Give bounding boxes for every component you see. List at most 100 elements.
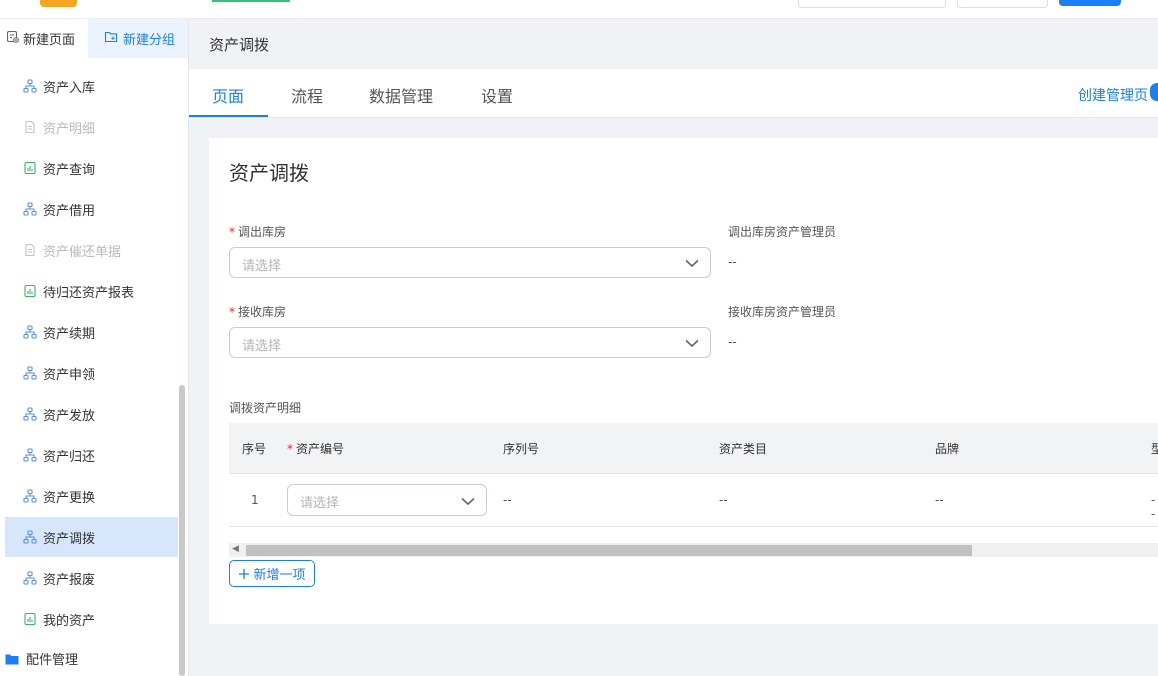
sidebar-item-label: 我的资产	[43, 613, 96, 629]
sidebar-item-label: 资产归还	[43, 449, 96, 465]
in-warehouse-label: * 接收库房	[229, 305, 287, 319]
top-bar	[0, 0, 1158, 19]
sidebar-item-asset-detail[interactable]: 资产明细	[5, 107, 178, 147]
flow-icon	[23, 530, 37, 544]
table-horizontal-scrollbar[interactable]: ◀	[229, 543, 1158, 557]
sidebar-item-asset-scrap[interactable]: 资产报废	[5, 558, 178, 598]
sidebar-item-label: 资产借用	[43, 203, 96, 219]
tab-bar: 页面 流程 数据管理 设置 创建管理页	[189, 69, 1158, 118]
active-tab-indicator	[189, 115, 268, 117]
chevron-down-icon	[685, 337, 699, 352]
new-page-icon	[6, 30, 19, 47]
new-page-label: 新建页面	[23, 33, 76, 48]
report-icon	[23, 284, 37, 298]
detail-table: 序号 * 资产编号 序列号 资产类目 品牌 型 1 请选择 -- -- -- --	[229, 423, 1158, 527]
sidebar-item-label: 资产查询	[43, 162, 96, 178]
out-warehouse-label: * 调出库房	[229, 225, 287, 239]
flow-icon	[23, 448, 37, 462]
sidebar-item-label: 资产明细	[43, 121, 96, 137]
flow-icon	[23, 79, 37, 93]
serial-value: --	[503, 493, 512, 507]
create-admin-page-link[interactable]: 创建管理页	[1078, 85, 1148, 105]
sidebar-item-asset-issue[interactable]: 资产发放	[5, 394, 178, 434]
sidebar-item-label: 资产调拨	[43, 531, 96, 547]
folder-icon	[5, 653, 19, 665]
document-icon	[23, 243, 37, 257]
sidebar-item-asset-renewal[interactable]: 资产续期	[5, 312, 178, 352]
column-header-serial: 序列号	[503, 442, 540, 456]
new-group-button[interactable]: 新建分组	[88, 19, 188, 58]
chevron-down-icon	[461, 495, 475, 510]
select-placeholder: 请选择	[300, 496, 340, 511]
row-index: 1	[251, 493, 259, 507]
required-mark: *	[229, 225, 235, 239]
top-action-button-2[interactable]	[957, 0, 1048, 8]
sidebar-item-label: 资产催还单据	[43, 244, 122, 260]
scrollbar-thumb[interactable]	[246, 545, 972, 556]
flow-icon	[23, 407, 37, 421]
in-admin-value: --	[728, 335, 737, 349]
in-warehouse-select[interactable]: 请选择	[229, 327, 711, 358]
tab-data-management[interactable]: 数据管理	[369, 83, 433, 107]
sidebar-item-asset-transfer[interactable]: 资产调拨	[5, 517, 178, 557]
sidebar-item-label: 资产更换	[43, 490, 96, 506]
brand-value: --	[935, 493, 944, 507]
flow-icon	[23, 202, 37, 216]
sidebar-item-label: 资产报废	[43, 572, 96, 588]
select-placeholder: 请选择	[242, 259, 282, 274]
sidebar-item-asset-inbound[interactable]: 资产入库	[5, 66, 178, 106]
sidebar-scrollbar[interactable]	[179, 385, 185, 676]
sidebar-item-asset-reminder[interactable]: 资产催还单据	[5, 230, 178, 270]
sidebar-item-label: 资产续期	[43, 326, 96, 342]
out-warehouse-select[interactable]: 请选择	[229, 247, 711, 278]
in-admin-label: 接收库房资产管理员	[728, 305, 837, 319]
flow-icon	[23, 571, 37, 585]
sidebar-item-label: 资产入库	[43, 80, 96, 96]
column-header-asset-code: * 资产编号	[287, 442, 345, 456]
flow-icon	[23, 325, 37, 339]
main-area: 资产调拨 页面 流程 数据管理 设置 创建管理页 资产调拨 * 调出库房 请选择 …	[189, 19, 1158, 676]
flow-icon	[23, 366, 37, 380]
help-badge-icon[interactable]	[1150, 83, 1158, 101]
new-page-button[interactable]: 新建页面	[6, 29, 75, 48]
model-value: --	[1151, 493, 1156, 521]
form-title: 资产调拨	[229, 161, 309, 185]
new-group-icon	[104, 30, 118, 47]
column-header-model: 型	[1151, 442, 1158, 456]
sidebar-item-asset-return[interactable]: 资产归还	[5, 435, 178, 475]
category-value: --	[719, 493, 728, 507]
sidebar-item-asset-apply[interactable]: 资产申领	[5, 353, 178, 393]
page-title: 资产调拨	[209, 36, 270, 54]
sidebar-item-asset-replace[interactable]: 资产更换	[5, 476, 178, 516]
top-primary-button[interactable]	[1059, 0, 1121, 6]
sidebar-folder-parts[interactable]: 配件管理	[5, 649, 78, 668]
required-mark: *	[287, 442, 293, 456]
column-header-index: 序号	[242, 442, 267, 456]
top-action-button-1[interactable]	[798, 0, 946, 8]
column-header-category: 资产类目	[719, 442, 768, 456]
tab-page[interactable]: 页面	[212, 83, 244, 107]
add-row-button[interactable]: 新增一项	[229, 560, 315, 587]
folder-label: 配件管理	[26, 653, 79, 668]
select-placeholder: 请选择	[242, 339, 282, 354]
table-row: 1 请选择 -- -- -- --	[229, 473, 1158, 527]
new-group-label: 新建分组	[123, 33, 176, 48]
flow-icon	[23, 489, 37, 503]
sidebar-item-my-assets[interactable]: 我的资产	[5, 599, 178, 639]
sidebar-item-pending-return-report[interactable]: 待归还资产报表	[5, 271, 178, 311]
sidebar-item-label: 资产发放	[43, 408, 96, 424]
column-header-brand: 品牌	[935, 442, 960, 456]
sidebar: 新建页面 新建分组 资产入库 资产明细 资产查询 资产借用 资产催还单据 待归还…	[0, 19, 189, 676]
app-logo	[40, 0, 77, 7]
scroll-left-icon[interactable]: ◀	[232, 544, 239, 554]
tab-settings[interactable]: 设置	[481, 83, 513, 107]
sidebar-item-asset-borrow[interactable]: 资产借用	[5, 189, 178, 229]
sidebar-item-label: 待归还资产报表	[43, 285, 135, 301]
sidebar-item-label: 资产申领	[43, 367, 96, 383]
asset-code-select[interactable]: 请选择	[287, 484, 487, 516]
detail-table-label: 调拨资产明细	[229, 401, 302, 415]
tab-flow[interactable]: 流程	[291, 83, 323, 107]
report-icon	[23, 161, 37, 175]
sidebar-item-asset-query[interactable]: 资产查询	[5, 148, 178, 188]
add-row-label: 新增一项	[253, 568, 306, 583]
